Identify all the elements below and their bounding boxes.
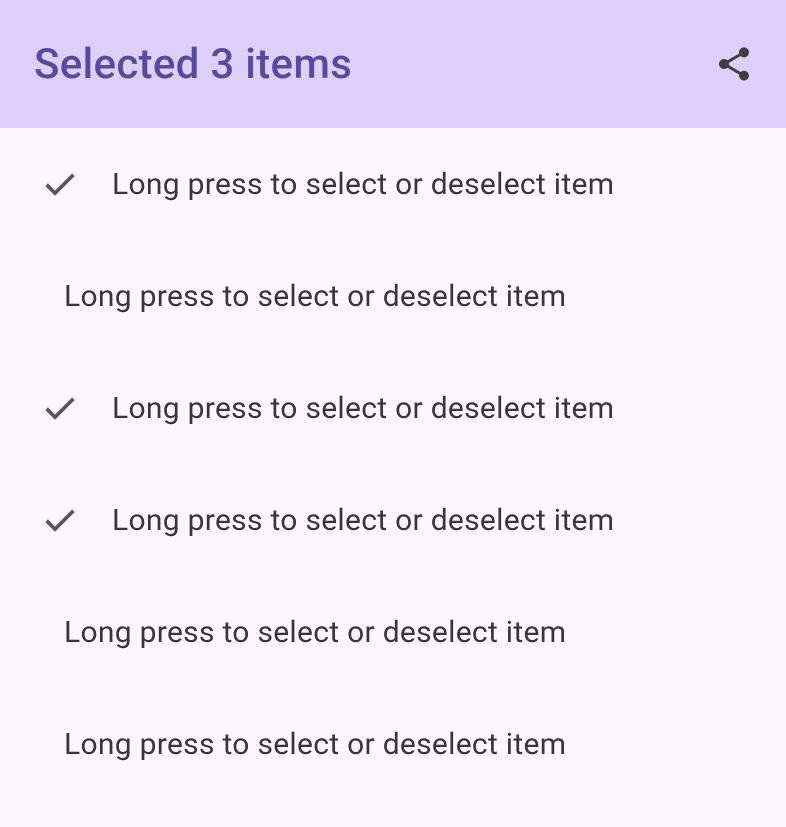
share-button[interactable]: [710, 40, 758, 88]
appbar-title: Selected 3 items: [34, 40, 352, 89]
list-item[interactable]: Long press to select or deselect item: [0, 128, 786, 240]
list-item-label: Long press to select or deselect item: [112, 391, 614, 426]
check-icon: [40, 500, 80, 540]
list-item[interactable]: Long press to select or deselect item: [0, 688, 786, 800]
list-item-label: Long press to select or deselect item: [64, 615, 566, 650]
appbar: Selected 3 items: [0, 0, 786, 128]
check-slot: [40, 500, 112, 540]
check-slot: [40, 388, 112, 428]
share-icon: [714, 44, 754, 84]
check-icon: [40, 164, 80, 204]
list-item-label: Long press to select or deselect item: [112, 503, 614, 538]
list-item-label: Long press to select or deselect item: [64, 279, 566, 314]
list-item[interactable]: Long press to select or deselect item: [0, 464, 786, 576]
check-icon: [40, 388, 80, 428]
item-list: Long press to select or deselect item Lo…: [0, 128, 786, 800]
list-item[interactable]: Long press to select or deselect item: [0, 240, 786, 352]
list-item-label: Long press to select or deselect item: [112, 167, 614, 202]
list-item-label: Long press to select or deselect item: [64, 727, 566, 762]
list-item[interactable]: Long press to select or deselect item: [0, 576, 786, 688]
list-item[interactable]: Long press to select or deselect item: [0, 352, 786, 464]
check-slot: [40, 164, 112, 204]
